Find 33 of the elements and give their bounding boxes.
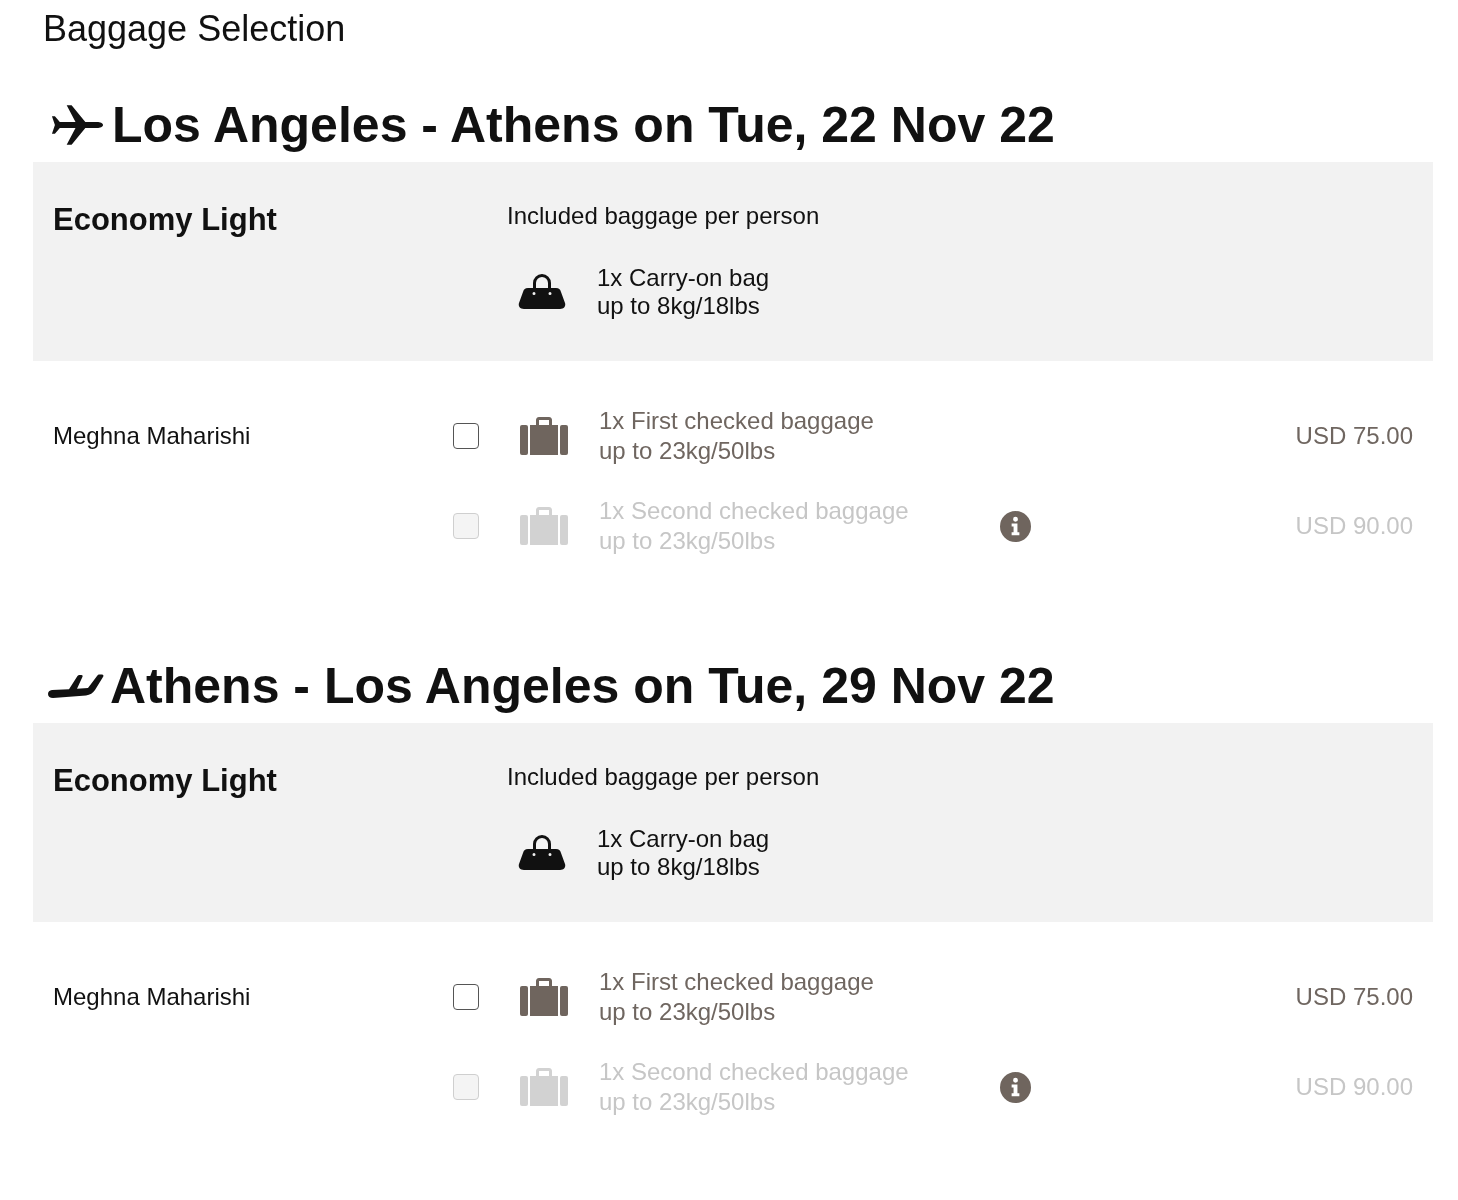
suitcase-icon: [520, 507, 568, 545]
handbag-icon: [518, 274, 566, 310]
baggage-title: 1x First checked baggage: [599, 406, 874, 436]
baggage-title: 1x Second checked baggage: [599, 1057, 909, 1087]
price: USD 90.00: [1295, 1072, 1413, 1102]
handbag-icon: [518, 835, 566, 871]
price: USD 90.00: [1295, 511, 1413, 541]
price: USD 75.00: [1295, 982, 1413, 1012]
baggage-weight: up to 23kg/50lbs: [599, 436, 776, 466]
suitcase-icon: [520, 978, 568, 1016]
baggage-title: 1x Carry-on bag: [597, 264, 770, 292]
flight-heading: Athens - Los Angeles on Tue, 29 Nov 22: [110, 657, 1055, 716]
baggage-weight: up to 23kg/50lbs: [599, 526, 776, 556]
baggage-weight: up to 23kg/50lbs: [599, 997, 776, 1027]
included-label: Included baggage per person: [507, 201, 820, 231]
passenger-name: Meghna Maharishi: [53, 982, 251, 1012]
included-label: Included baggage per person: [507, 762, 820, 792]
fare-name: Economy Light: [53, 762, 277, 799]
flight-heading: Los Angeles - Athens on Tue, 22 Nov 22: [112, 96, 1055, 155]
passenger-name: Meghna Maharishi: [53, 421, 251, 451]
baggage-title: 1x Second checked baggage: [599, 496, 909, 526]
page-title: Baggage Selection: [43, 7, 346, 50]
fare-name: Economy Light: [53, 201, 277, 238]
baggage-weight: up to 23kg/50lbs: [599, 1087, 776, 1117]
baggage-title: 1x First checked baggage: [599, 967, 874, 997]
baggage-weight: up to 8kg/18lbs: [597, 292, 760, 320]
price: USD 75.00: [1295, 421, 1413, 451]
suitcase-icon: [520, 1068, 568, 1106]
baggage-weight: up to 8kg/18lbs: [597, 853, 760, 881]
baggage-title: 1x Carry-on bag: [597, 825, 770, 853]
suitcase-icon: [520, 417, 568, 455]
baggage-checkbox[interactable]: [453, 984, 479, 1010]
baggage-checkbox[interactable]: [453, 423, 479, 449]
